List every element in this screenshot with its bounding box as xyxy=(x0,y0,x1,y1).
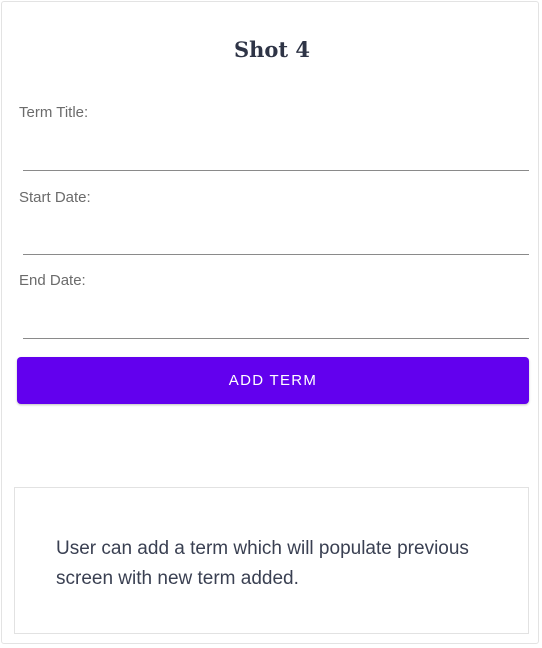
page-title: Shot 4 xyxy=(233,37,311,62)
end-date-input[interactable] xyxy=(23,311,529,339)
start-date-label: Start Date: xyxy=(19,189,91,206)
screenshot-card: Shot 4 Term Title: Start Date: End Date:… xyxy=(1,1,539,644)
end-date-label: End Date: xyxy=(19,272,86,289)
caption-box: User can add a term which will populate … xyxy=(14,487,529,634)
term-title-input[interactable] xyxy=(23,143,529,171)
start-date-input[interactable] xyxy=(23,227,529,255)
add-term-button[interactable]: ADD TERM xyxy=(17,357,529,404)
caption-text: User can add a term which will populate … xyxy=(56,538,469,589)
term-title-label: Term Title: xyxy=(19,104,89,121)
